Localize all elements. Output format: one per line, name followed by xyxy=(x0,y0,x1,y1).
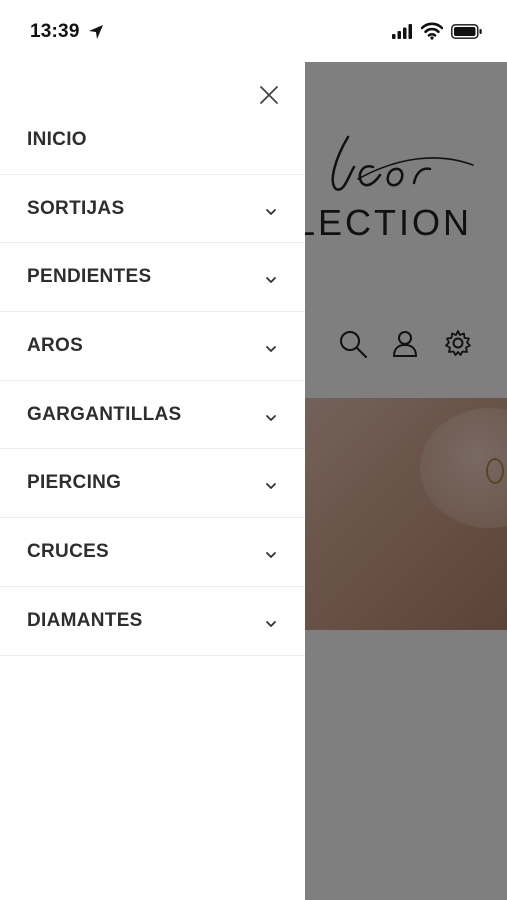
menu-item-label: DIAMANTES xyxy=(27,609,143,631)
chevron-down-icon[interactable] xyxy=(264,341,278,359)
menu-item-label: PENDIENTES xyxy=(27,266,152,288)
chevron-down-icon[interactable] xyxy=(264,478,278,496)
chevron-down-icon[interactable] xyxy=(264,547,278,565)
status-bar: 13:39 xyxy=(0,0,507,62)
chevron-down-icon[interactable] xyxy=(264,410,278,428)
menu-item-label: INICIO xyxy=(27,128,87,150)
chevron-down-icon[interactable] xyxy=(264,616,278,634)
chevron-down-icon[interactable] xyxy=(264,272,278,290)
menu-item-aros[interactable]: AROS xyxy=(0,312,305,381)
menu-item-label: GARGANTILLAS xyxy=(27,403,182,425)
menu-item-label: AROS xyxy=(27,334,84,356)
wifi-icon xyxy=(420,22,444,45)
drawer-menu-list: INICIO SORTIJAS PENDIENTES AROS GARGANTI… xyxy=(0,106,305,656)
menu-item-label: CRUCES xyxy=(27,540,110,562)
menu-item-label: PIERCING xyxy=(27,472,122,494)
menu-item-diamantes[interactable]: DIAMANTES xyxy=(0,587,305,656)
location-arrow-icon xyxy=(88,24,104,45)
side-drawer-menu: INICIO SORTIJAS PENDIENTES AROS GARGANTI… xyxy=(0,62,305,900)
menu-item-sortijas[interactable]: SORTIJAS xyxy=(0,175,305,244)
chevron-down-icon[interactable] xyxy=(264,204,278,222)
cellular-signal-icon xyxy=(392,24,414,44)
battery-icon xyxy=(451,24,483,44)
menu-item-inicio[interactable]: INICIO xyxy=(0,106,305,175)
menu-item-label: SORTIJAS xyxy=(27,197,125,219)
menu-item-cruces[interactable]: CRUCES xyxy=(0,518,305,587)
menu-item-gargantillas[interactable]: GARGANTILLAS xyxy=(0,381,305,450)
menu-item-piercing[interactable]: PIERCING xyxy=(0,449,305,519)
status-time: 13:39 xyxy=(30,21,80,42)
menu-item-pendientes[interactable]: PENDIENTES xyxy=(0,243,305,313)
